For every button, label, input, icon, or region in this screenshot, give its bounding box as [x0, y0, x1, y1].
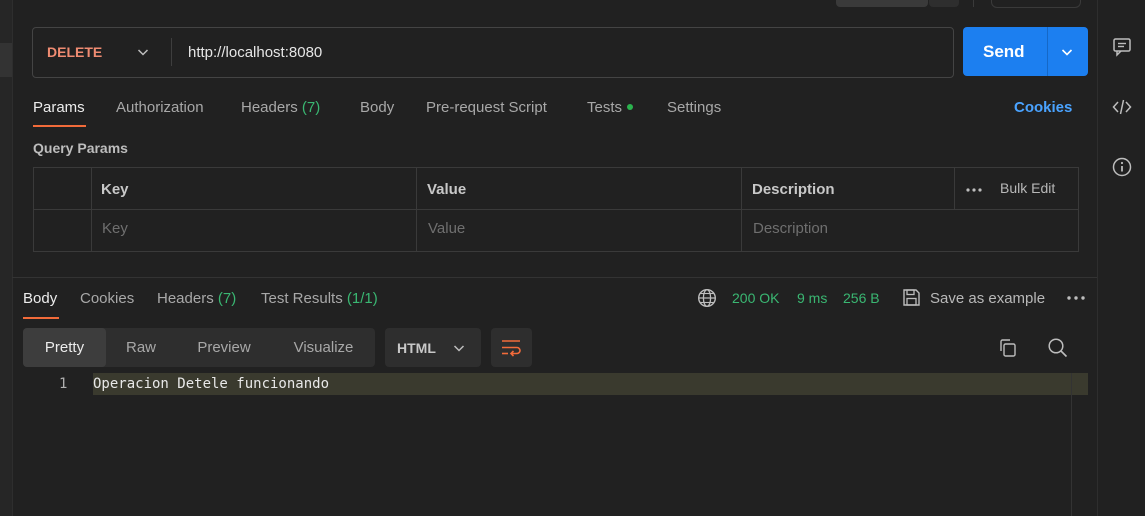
send-divider: [1047, 27, 1048, 76]
table-column-divider: [741, 168, 742, 251]
response-size[interactable]: 256 B: [843, 290, 880, 306]
format-label: HTML: [397, 340, 436, 356]
view-mode-group: Pretty Raw Preview Visualize: [23, 328, 375, 367]
response-headers-count: (7): [217, 290, 237, 307]
response-tab-headers-label: Headers: [157, 290, 214, 307]
globe-icon[interactable]: [697, 288, 717, 308]
response-divider: [12, 277, 1097, 278]
description-input[interactable]: Description: [753, 220, 828, 237]
test-results-count: (1/1): [346, 290, 378, 307]
comment-icon[interactable]: [1112, 37, 1132, 57]
top-toolbar-button[interactable]: [836, 0, 928, 7]
info-icon[interactable]: [1112, 157, 1132, 177]
status-code[interactable]: 200 OK: [732, 290, 779, 306]
tab-settings[interactable]: Settings: [667, 99, 721, 116]
column-header-description: Description: [752, 181, 835, 198]
response-time[interactable]: 9 ms: [797, 290, 827, 306]
chevron-down-icon[interactable]: [137, 47, 149, 57]
tab-body[interactable]: Body: [360, 99, 394, 116]
line-number: 1: [59, 376, 68, 392]
view-mode-raw[interactable]: Raw: [106, 328, 176, 367]
left-sidebar-edge: [0, 0, 13, 516]
wrap-lines-button[interactable]: [491, 328, 532, 367]
sidebar-selected-stub: [0, 43, 12, 77]
tests-indicator-dot: [627, 104, 634, 110]
url-divider: [171, 38, 172, 66]
active-response-tab-indicator: [23, 317, 59, 319]
top-toolbar-divider: [973, 0, 974, 7]
key-input[interactable]: Key: [102, 220, 128, 237]
tab-tests-label: Tests: [587, 99, 623, 116]
format-select[interactable]: HTML: [385, 328, 481, 367]
table-column-divider: [91, 168, 92, 251]
response-tab-test-results[interactable]: Test Results (1/1): [261, 290, 378, 307]
more-options-icon[interactable]: [1067, 296, 1085, 300]
headers-count: (7): [301, 99, 321, 116]
table-row-divider: [34, 209, 1078, 210]
response-tab-headers[interactable]: Headers (7): [157, 290, 236, 307]
view-mode-visualize[interactable]: Visualize: [272, 328, 375, 367]
save-icon[interactable]: [902, 288, 921, 307]
copy-icon[interactable]: [998, 338, 1018, 358]
column-header-value: Value: [427, 181, 467, 198]
table-column-divider: [416, 168, 417, 251]
tab-tests[interactable]: Tests: [587, 99, 634, 116]
editor-scrollbar[interactable]: [1071, 373, 1072, 516]
view-mode-preview[interactable]: Preview: [176, 328, 272, 367]
url-input[interactable]: http://localhost:8080: [188, 44, 322, 61]
table-column-divider: [954, 168, 955, 210]
search-icon[interactable]: [1047, 337, 1068, 358]
response-tab-test-results-label: Test Results: [261, 290, 343, 307]
more-options-icon[interactable]: [966, 188, 982, 192]
cookies-link[interactable]: Cookies: [1014, 99, 1072, 116]
tab-headers-label: Headers: [241, 99, 298, 116]
bulk-edit-button[interactable]: Bulk Edit: [1000, 180, 1055, 196]
view-mode-pretty[interactable]: Pretty: [23, 328, 106, 367]
url-bar: DELETE http://localhost:8080: [32, 27, 954, 78]
top-toolbar-dropdown[interactable]: [929, 0, 959, 7]
column-header-key: Key: [101, 181, 129, 198]
response-body-line: 1 Operacion Detele funcionando: [13, 373, 1088, 395]
chevron-down-icon: [453, 345, 465, 352]
top-toolbar-button-outline[interactable]: [991, 0, 1081, 8]
query-params-title: Query Params: [33, 140, 128, 156]
response-tab-cookies[interactable]: Cookies: [80, 290, 134, 307]
tab-headers[interactable]: Headers (7): [241, 99, 320, 116]
chevron-down-icon[interactable]: [1061, 47, 1073, 57]
method-select[interactable]: DELETE: [47, 44, 102, 60]
send-button[interactable]: Send: [963, 27, 1088, 76]
code-icon[interactable]: [1112, 97, 1132, 117]
save-as-example-button[interactable]: Save as example: [930, 290, 1045, 307]
tab-authorization[interactable]: Authorization: [116, 99, 204, 116]
tab-params[interactable]: Params: [33, 99, 85, 116]
query-params-table: Key Value Description Bulk Edit Key Valu…: [33, 167, 1079, 252]
response-tab-body[interactable]: Body: [23, 290, 57, 307]
wrap-lines-icon: [502, 340, 521, 357]
send-label: Send: [983, 42, 1025, 61]
active-tab-indicator: [33, 125, 86, 127]
response-body-text[interactable]: Operacion Detele funcionando: [93, 376, 329, 392]
right-rail: [1097, 0, 1145, 516]
value-input[interactable]: Value: [428, 220, 465, 237]
tab-prerequest-script[interactable]: Pre-request Script: [426, 99, 547, 116]
